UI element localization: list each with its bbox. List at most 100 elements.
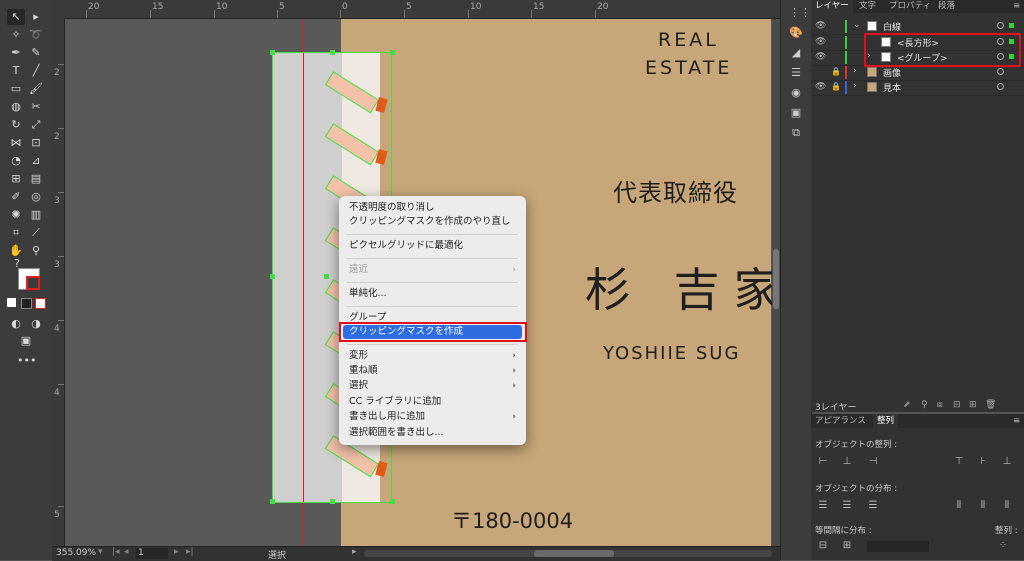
resize-handle[interactable] <box>330 499 335 504</box>
rectangle-tool-icon[interactable]: ▭ <box>7 81 25 97</box>
export-icon[interactable]: ⬈ <box>903 400 911 410</box>
stroke-panel-icon[interactable]: ☰ <box>789 66 803 80</box>
resize-handle[interactable] <box>390 499 395 504</box>
visibility-eye-icon[interactable]: 👁 <box>815 21 826 31</box>
line-tool-icon[interactable]: ╱ <box>27 63 45 79</box>
align-right-icon[interactable]: ⊣ <box>867 456 879 468</box>
slice-tool-icon[interactable]: ⟋ <box>27 225 45 241</box>
menu-item-undo-opacity[interactable]: 不透明度の取り消し <box>343 201 522 215</box>
gradient-panel-icon[interactable]: ▣ <box>789 106 803 120</box>
shape-builder-tool-icon[interactable]: ◔ <box>7 153 25 169</box>
tab-align[interactable]: 整列 <box>873 414 899 428</box>
resize-handle[interactable] <box>330 50 335 55</box>
menu-item-cc-libraries[interactable]: CC ライブラリに追加 <box>343 395 522 409</box>
stroke-swatch-icon[interactable] <box>26 276 40 290</box>
align-bottom-icon[interactable]: ⊥ <box>1001 456 1013 468</box>
resize-handle[interactable] <box>270 274 275 279</box>
rotate-tool-icon[interactable]: ↻ <box>7 117 25 133</box>
tab-layers[interactable]: レイヤー <box>811 0 853 13</box>
new-layer-icon[interactable]: ⊞ <box>969 400 977 410</box>
color-panel-icon[interactable]: 🎨 <box>789 26 803 40</box>
distribute-bottom-icon[interactable]: ☰ <box>867 500 879 512</box>
last-page-icon[interactable]: ▸| <box>186 547 194 557</box>
menu-item-simplify[interactable]: 単純化... <box>343 287 522 301</box>
align-left-icon[interactable]: ⊢ <box>817 456 829 468</box>
visibility-eye-icon[interactable]: 👁 <box>815 37 826 47</box>
distribute-right-icon[interactable]: ⦀ <box>1001 500 1013 512</box>
align-center-h-icon[interactable]: ⊥ <box>841 456 853 468</box>
card-text-postal-code[interactable]: 〒180-0004 <box>451 505 573 535</box>
tab-appearance[interactable]: アピアランス <box>811 414 870 428</box>
perspective-grid-tool-icon[interactable]: ⊿ <box>27 153 45 169</box>
scale-tool-icon[interactable]: ⤢ <box>27 117 45 133</box>
spacing-value-input[interactable] <box>867 541 929 552</box>
align-center-v-icon[interactable]: ⊦ <box>977 456 989 468</box>
layer-row-image[interactable]: 🔒 › 画像 <box>811 65 1024 81</box>
selection-indicator[interactable] <box>1009 23 1014 28</box>
screen-mode-icon[interactable]: ▣ <box>17 333 35 349</box>
menu-item-select[interactable]: 選択 › <box>343 379 522 393</box>
lasso-tool-icon[interactable]: ➰ <box>27 27 45 43</box>
tab-paragraph[interactable]: 段落 <box>934 0 959 13</box>
blend-tool-icon[interactable]: ◎ <box>27 189 45 205</box>
selection-tool-icon[interactable]: ↖ <box>7 9 25 25</box>
distribute-space-h-icon[interactable]: ⊞ <box>841 540 853 552</box>
distribute-left-icon[interactable]: ⦀ <box>953 500 965 512</box>
shaper-tool-icon[interactable]: ◍ <box>7 99 25 115</box>
lock-icon[interactable]: 🔒 <box>831 67 841 76</box>
zoom-tool-icon[interactable]: ⚲ <box>27 243 45 259</box>
draw-mode-icon[interactable]: ◐ <box>7 316 25 332</box>
distribute-center-v-icon[interactable]: ☰ <box>841 500 853 512</box>
resize-handle[interactable] <box>270 499 275 504</box>
page-number-input[interactable]: 1 <box>136 548 168 559</box>
new-sublayer-icon[interactable]: ⊟ <box>953 400 961 410</box>
distribute-space-v-icon[interactable]: ⊟ <box>817 540 829 552</box>
lock-icon[interactable]: 🔒 <box>831 82 841 91</box>
first-page-icon[interactable]: |◂ <box>112 547 120 557</box>
tab-character[interactable]: 文字 <box>855 0 880 13</box>
layer-name[interactable]: 白線 <box>883 20 901 33</box>
card-text-name[interactable]: 杉 吉家 <box>585 254 780 320</box>
target-circle-icon[interactable] <box>997 22 1004 29</box>
clip-mask-icon[interactable]: ⧈ <box>937 400 943 410</box>
scrollbar-thumb[interactable] <box>534 550 614 557</box>
horizontal-scrollbar[interactable] <box>364 550 772 557</box>
layer-name[interactable]: 画像 <box>883 66 901 79</box>
panel-menu-icon[interactable]: ≡ <box>1009 414 1024 428</box>
gradient-tool-icon[interactable]: ▤ <box>27 171 45 187</box>
zoom-dropdown-icon[interactable]: ▾ <box>98 547 103 557</box>
artboards-panel-icon[interactable]: ⧉ <box>789 126 803 140</box>
visibility-eye-icon[interactable]: 👁 <box>815 52 826 62</box>
pen-tool-icon[interactable]: ✒ <box>7 45 25 61</box>
next-page-icon[interactable]: ▸ <box>174 547 179 557</box>
align-top-icon[interactable]: ⊤ <box>953 456 965 468</box>
magic-wand-tool-icon[interactable]: ✧ <box>7 27 25 43</box>
menu-item-arrange[interactable]: 重ね順 › <box>343 364 522 378</box>
status-menu-icon[interactable]: ▸ <box>352 547 357 557</box>
chevron-right-icon[interactable]: › <box>853 81 857 91</box>
card-text-roman-name[interactable]: YOSHIIE SUG <box>603 343 740 364</box>
scrollbar-thumb[interactable] <box>773 249 779 309</box>
symbol-sprayer-tool-icon[interactable]: ✺ <box>7 207 25 223</box>
resize-handle[interactable] <box>390 50 395 55</box>
chevron-down-icon[interactable]: ⌄ <box>853 20 861 30</box>
target-circle-icon[interactable] <box>997 68 1004 75</box>
color-mode-icon[interactable] <box>7 298 16 307</box>
card-text-title[interactable]: 代表取締役 <box>613 173 738 208</box>
visibility-eye-icon[interactable]: 👁 <box>815 82 826 92</box>
mesh-tool-icon[interactable]: ⊞ <box>7 171 25 187</box>
panel-menu-icon[interactable]: ≡ <box>1009 0 1024 13</box>
menu-item-redo-clipping-mask[interactable]: クリッピングマスクを作成のやり直し <box>343 215 522 229</box>
transparency-panel-icon[interactable]: ◉ <box>789 86 803 100</box>
menu-item-pixel-grid[interactable]: ピクセルグリッドに最適化 <box>343 239 522 253</box>
align-to-selection-icon[interactable]: ⁘ <box>997 540 1009 552</box>
card-text-estate[interactable]: ESTATE <box>645 57 732 79</box>
free-transform-tool-icon[interactable]: ⊡ <box>27 135 45 151</box>
type-tool-icon[interactable]: T <box>7 63 25 79</box>
prev-page-icon[interactable]: ◂ <box>124 547 129 557</box>
locate-object-icon[interactable]: ⚲ <box>921 400 928 410</box>
paintbrush-tool-icon[interactable]: 🖌 <box>27 81 45 97</box>
distribute-center-h-icon[interactable]: ⦀ <box>977 500 989 512</box>
column-graph-tool-icon[interactable]: ▥ <box>27 207 45 223</box>
gradient-mode-icon[interactable] <box>21 298 32 309</box>
